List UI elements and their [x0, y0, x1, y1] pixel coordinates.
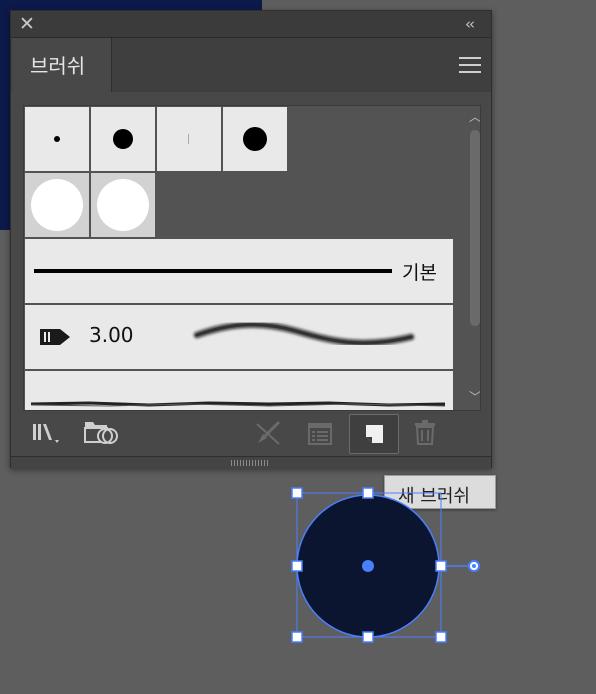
handle-bottom-left [291, 631, 303, 643]
handle-mid-left [291, 560, 303, 572]
selected-circle-shape[interactable] [0, 0, 596, 694]
handle-mid-right [435, 560, 447, 572]
handle-top-center [362, 487, 374, 499]
handle-top-left [291, 487, 303, 499]
handle-bottom-right [435, 631, 447, 643]
handle-bottom-center [362, 631, 374, 643]
center-point [362, 560, 374, 572]
